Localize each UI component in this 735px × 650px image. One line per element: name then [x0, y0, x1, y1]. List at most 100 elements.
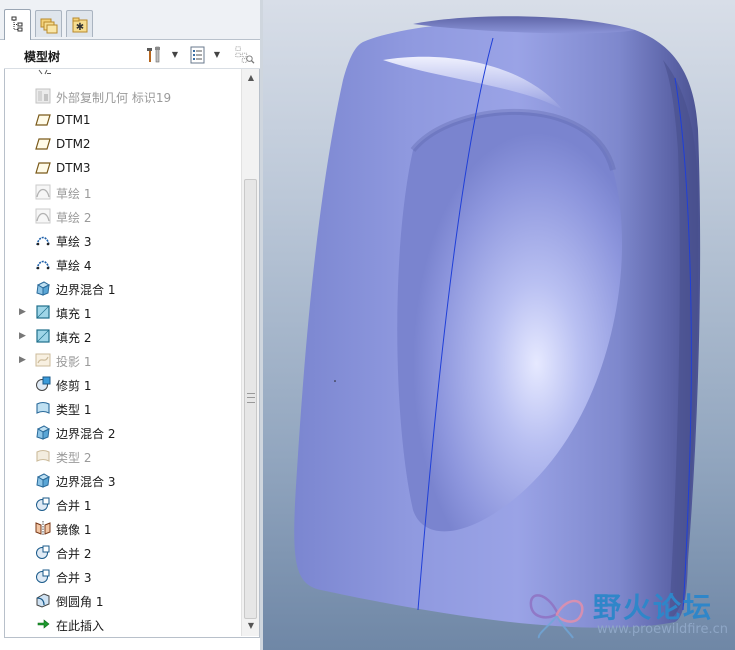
- model-tree-tab[interactable]: [4, 9, 31, 40]
- tree-item-projection-1[interactable]: ▶ 投影 1: [5, 348, 241, 372]
- tree-item-boundary-blend-3[interactable]: 边界混合 3: [5, 468, 241, 492]
- tree-item-fill-2[interactable]: ▶ 填充 2: [5, 324, 241, 348]
- show-dropdown-arrow-icon[interactable]: ▼: [212, 45, 222, 65]
- round-icon: [35, 592, 51, 608]
- tree-item-sketch-1[interactable]: 草绘 1: [5, 180, 241, 204]
- model-tree-list: 外部复制几何 标识19 DTM1 DTM2 DTM3 草绘 1 草绘 2 草绘 …: [5, 69, 241, 636]
- surface-type-icon: [35, 400, 51, 416]
- butterfly-logo-icon: [529, 594, 584, 639]
- tree-item-label: 修剪 1: [56, 379, 92, 393]
- small-point: [334, 380, 336, 382]
- tree-item-external-copy-geometry[interactable]: 外部复制几何 标识19: [5, 84, 241, 108]
- tree-item-dtm1[interactable]: DTM1: [5, 108, 241, 132]
- tree-item-label: 草绘 2: [56, 211, 92, 225]
- graphics-viewport[interactable]: 野火论坛 www.proewildfire.cn: [263, 0, 735, 650]
- tree-item-type-1[interactable]: 类型 1: [5, 396, 241, 420]
- folders-icon: [40, 18, 58, 34]
- trim-icon: [35, 376, 51, 392]
- model-tree-toolbar: 模型树 ▼ ▼: [4, 41, 260, 69]
- tree-item-label: DTM1: [56, 113, 91, 127]
- tree-item-fill-1[interactable]: ▶ 填充 1: [5, 300, 241, 324]
- tree-item-label: DTM3: [56, 161, 91, 175]
- tree-item-label: 草绘 3: [56, 235, 92, 249]
- external-copy-geometry-icon: [35, 88, 51, 104]
- sketch-icon: [35, 208, 51, 224]
- tree-item-label: 边界混合 1: [56, 283, 116, 297]
- tree-item-type-2[interactable]: 类型 2: [5, 444, 241, 468]
- tree-item-label: 合并 1: [56, 499, 92, 513]
- sketch-icon: [35, 232, 51, 248]
- boundary-blend-icon: [35, 280, 51, 296]
- expand-arrow-icon[interactable]: ▶: [19, 330, 27, 342]
- tree-item-label: 倒圆角 1: [56, 595, 104, 609]
- scrollbar-thumb[interactable]: [244, 179, 257, 619]
- tree-item-label: 合并 2: [56, 547, 92, 561]
- scrollbar-grip-icon: [247, 393, 255, 403]
- tools-dropdown-arrow-icon[interactable]: ▼: [170, 45, 180, 65]
- tree-item-mirror-1[interactable]: 镜像 1: [5, 516, 241, 540]
- favorites-icon: ✱: [72, 17, 88, 33]
- tree-item-boundary-blend-2[interactable]: 边界混合 2: [5, 420, 241, 444]
- tree-item-merge-2[interactable]: 合并 2: [5, 540, 241, 564]
- datum-plane-icon: [35, 112, 51, 128]
- expand-arrow-icon[interactable]: ▶: [19, 354, 27, 366]
- tree-item-label: 镜像 1: [56, 523, 92, 537]
- sketch-icon: [35, 256, 51, 272]
- tree-item-label: 填充 2: [56, 331, 92, 345]
- columns-icon[interactable]: [232, 45, 256, 65]
- tools-icon[interactable]: [144, 45, 166, 65]
- model-body: [294, 16, 701, 628]
- tree-structure-icon: [11, 16, 23, 32]
- surface-type-icon: [35, 448, 51, 464]
- merge-icon: [35, 568, 51, 584]
- tree-item-boundary-blend-1[interactable]: 边界混合 1: [5, 276, 241, 300]
- forum-watermark: 野火论坛 www.proewildfire.cn: [523, 582, 733, 646]
- tree-item-label: 填充 1: [56, 307, 92, 321]
- merge-icon: [35, 544, 51, 560]
- scroll-down-arrow-icon[interactable]: ▼: [243, 618, 259, 634]
- tree-item-label: 外部复制几何 标识19: [56, 91, 172, 105]
- tree-item-sketch-4[interactable]: 草绘 4: [5, 252, 241, 276]
- model-view[interactable]: [263, 0, 735, 650]
- boundary-blend-icon: [35, 472, 51, 488]
- tree-item-sketch-2[interactable]: 草绘 2: [5, 204, 241, 228]
- tree-item-label: 在此插入: [56, 619, 105, 633]
- favorites-tab[interactable]: ✱: [66, 10, 93, 37]
- tree-item-merge-1[interactable]: 合并 1: [5, 492, 241, 516]
- datum-plane-icon: [35, 160, 51, 176]
- tree-item-trim-1[interactable]: 修剪 1: [5, 372, 241, 396]
- folder-browser-tab[interactable]: [35, 10, 62, 37]
- fill-icon: [35, 328, 51, 344]
- navigator-tabs: ✱: [0, 0, 262, 40]
- datum-plane-icon: [35, 136, 51, 152]
- tree-item-label: DTM2: [56, 137, 91, 151]
- boundary-blend-icon: [35, 424, 51, 440]
- tree-item-dtm3[interactable]: DTM3: [5, 156, 241, 180]
- expand-arrow-icon[interactable]: ▶: [19, 306, 27, 318]
- tree-item-label: 类型 1: [56, 403, 92, 417]
- tree-item-label: 投影 1: [56, 355, 92, 369]
- tree-item-partial: [5, 69, 241, 80]
- watermark-url: www.proewildfire.cn: [597, 622, 728, 637]
- tree-item-insert-here[interactable]: 在此插入: [5, 612, 241, 636]
- tree-item-label: 边界混合 3: [56, 475, 116, 489]
- partial-item-icon: [35, 69, 51, 76]
- tree-item-dtm2[interactable]: DTM2: [5, 132, 241, 156]
- tree-item-label: 边界混合 2: [56, 427, 116, 441]
- tree-item-sketch-3[interactable]: 草绘 3: [5, 228, 241, 252]
- insert-here-arrow-icon[interactable]: [35, 616, 51, 632]
- tree-item-label: 草绘 1: [56, 187, 92, 201]
- watermark-title: 野火论坛: [593, 591, 714, 624]
- tree-item-label: 类型 2: [56, 451, 92, 465]
- tree-scrollbar[interactable]: ▲ ▼: [241, 69, 259, 636]
- scroll-up-arrow-icon[interactable]: ▲: [243, 70, 259, 86]
- model-tree: 外部复制几何 标识19 DTM1 DTM2 DTM3 草绘 1 草绘 2 草绘 …: [4, 69, 260, 638]
- mirror-icon: [35, 520, 51, 536]
- sketch-icon: [35, 184, 51, 200]
- merge-icon: [35, 496, 51, 512]
- tree-item-label: 合并 3: [56, 571, 92, 585]
- tree-item-merge-3[interactable]: 合并 3: [5, 564, 241, 588]
- list-icon[interactable]: [188, 45, 208, 65]
- tree-item-round-1[interactable]: 倒圆角 1: [5, 588, 241, 612]
- projection-icon: [35, 352, 51, 368]
